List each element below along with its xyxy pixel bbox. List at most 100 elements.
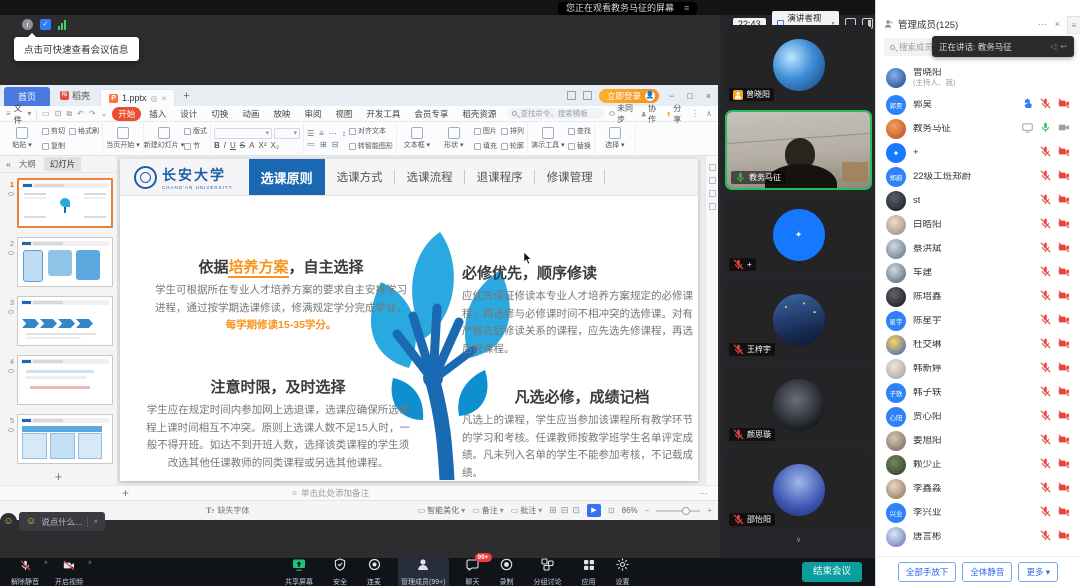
menu-tab-会员专享[interactable]: 会员专享 [408,107,454,121]
footer-button-全部手放下[interactable]: 全部手放下 [898,562,957,582]
video-tile-曾晓阳[interactable]: 曾晓阳 [725,25,872,105]
member-row-贾心阳[interactable]: 心阳贾心阳 [876,405,1080,429]
add-slide-button[interactable]: + [0,469,117,485]
font-name-select[interactable]: ▾ [214,128,272,139]
toolbar-录制[interactable]: 录制 [497,557,517,586]
ribbon-button-剪切[interactable]: 剪切 [42,124,65,139]
cam-off-icon[interactable] [1058,480,1070,498]
ribbon-button-节[interactable]: 节 [184,139,207,154]
member-row-赖少正[interactable]: 赖少正 [876,453,1080,477]
new-doc-icon[interactable]: ▭ [42,109,50,118]
mic-off-icon[interactable] [1040,96,1051,114]
cam-off-icon[interactable] [1058,336,1070,354]
emoji-icon[interactable]: ☺ [26,516,36,527]
login-button[interactable]: 立即登录👤 [599,89,659,103]
quick-chat-placeholder[interactable]: 说点什么... [41,516,82,528]
tab-close-icon[interactable]: × [162,94,167,103]
cam-off-icon[interactable] [1058,432,1070,450]
ribbon-button-当页开始[interactable]: 当页开始 ▾ [106,127,140,150]
member-row-+[interactable]: ✦+ [876,141,1080,165]
zoom-out-button[interactable]: − [645,506,650,515]
zoom-slider[interactable] [656,510,700,512]
slide-thumbnail-3[interactable] [17,296,113,346]
ribbon-button-形状[interactable]: 形状 ▾ [437,127,471,150]
tab-pin-icon[interactable]: ◎ [151,94,158,103]
banner-menu-icon[interactable]: ≡ [684,2,689,15]
cam-off-icon[interactable] [1058,528,1070,546]
toolbar-聊天[interactable]: 聊天99+ [463,557,483,586]
sidebar-tool-icon[interactable] [709,190,716,197]
menu-overflow-icon[interactable]: ⋮ [691,109,699,118]
paragraph-format-icons[interactable]: ☰≡⋯↕≔⊞⊟ [307,129,346,149]
view-switch-icons[interactable]: ⊞⊟⊡ [549,505,580,516]
status-智能美化[interactable]: ▭智能美化▾ [418,505,466,516]
footer-button-全体静音[interactable]: 全体静音 [962,562,1012,582]
notes-more-icon[interactable]: ⋯ [700,488,709,499]
strip-collapse-arrow[interactable]: ∧ [722,15,875,25]
screen-icon[interactable] [1022,120,1033,138]
command-search-input[interactable]: 查找命令、搜索模板 [507,108,603,119]
video-tile-+[interactable]: ✦+ [725,195,872,275]
ribbon-button-填充[interactable]: 填充 [474,139,497,154]
status-批注[interactable]: ▭批注▾ [511,505,543,516]
status-备注[interactable]: ▭备注▾ [472,505,504,516]
menu-tab-切换[interactable]: 切换 [205,107,234,121]
font-style-X₂[interactable]: X₂ [270,141,278,150]
ribbon-button-粘贴[interactable]: 粘贴 ▾ [5,127,39,150]
mic-off-icon[interactable] [1040,360,1051,378]
ribbon-button-转智能图形[interactable]: 转智能图形 [349,139,393,154]
menu-tab-放映[interactable]: 放映 [267,107,296,121]
file-menu[interactable]: ≡文件▾ [6,102,31,126]
menu-tab-开始[interactable]: 开始 [112,107,141,121]
member-row-车建[interactable]: 车建 [876,261,1080,285]
mic-off-icon[interactable] [1040,528,1051,546]
slide-thumbnail-1[interactable] [17,178,113,228]
fit-page-icon[interactable]: ⊡ [608,506,615,515]
quick-chat-avatar-icon[interactable]: ☺ [0,513,17,530]
undo-icon[interactable]: ↶ [77,109,84,118]
quick-chat-bubble[interactable]: ☺ 说点什么... × [19,512,105,531]
menu-分享[interactable]: 分享 [666,103,684,125]
font-style-B[interactable]: B [214,141,220,150]
info-icon[interactable]: i [22,19,33,30]
save-icon[interactable]: ⊡ [55,109,62,118]
cam-off-icon[interactable] [1058,144,1070,162]
member-row-陈星宇[interactable]: 星宇陈星宇 [876,309,1080,333]
member-row-郭昊[interactable]: 郭昊郭昊 [876,93,1080,117]
video-tile-颜思璇[interactable]: 颜思璇 [725,365,872,445]
toast-reply-icon[interactable]: ↩ [1060,42,1067,51]
menu-tab-视图[interactable]: 视图 [329,107,358,121]
cam-off-icon[interactable] [1058,504,1070,522]
ribbon-button-演示工具[interactable]: 演示工具 ▾ [531,127,565,150]
window-grid-icon[interactable] [583,91,592,100]
mic-off-icon[interactable] [1040,408,1051,426]
ribbon-button-格式刷[interactable]: 格式刷 [69,124,99,139]
cam-off-icon[interactable] [1058,216,1070,234]
cam-off-icon[interactable] [1058,312,1070,330]
mic-off-icon[interactable] [1040,240,1051,258]
mic-off-icon[interactable] [1040,288,1051,306]
mic-off-icon[interactable] [1040,264,1051,282]
video-tile-王梓宇[interactable]: 王梓宇 [725,280,872,360]
security-shield-icon[interactable]: ✓ [40,19,51,30]
slide-thumbnail-5[interactable] [17,414,113,464]
slide-thumbnail-4[interactable] [17,355,113,405]
member-row-蔡洪斌[interactable]: 蔡洪斌 [876,237,1080,261]
menu-未同步[interactable]: 未同步 [609,103,634,125]
menu-tab-开发工具[interactable]: 开发工具 [360,107,406,121]
footer-button-更多[interactable]: 更多 ▾ [1018,562,1058,582]
toolbar-连麦[interactable]: 连麦 [364,557,384,586]
ribbon-button-版式[interactable]: 版式 [184,124,207,139]
ribbon-button-图片[interactable]: 图片 [474,124,497,139]
toolbar-分组讨论[interactable]: 分组讨论 [531,557,565,586]
sidebar-tool-icon[interactable] [709,203,716,210]
member-row-李兴业[interactable]: 兴业李兴业 [876,501,1080,525]
mic-off-icon[interactable] [1040,432,1051,450]
ribbon-button-替换[interactable]: 替换 [568,139,591,154]
ribbon-button-复制[interactable]: 复制 [42,139,65,154]
wps-file-tab[interactable]: P 1.pptx ◎ × [100,89,175,106]
print-icon[interactable]: ⧉ [66,109,72,119]
member-row-韩子轶[interactable]: 子轶韩子轶 [876,381,1080,405]
mic-off-icon[interactable] [1040,456,1051,474]
expand-caret-icon[interactable]: ∧ [44,559,48,566]
